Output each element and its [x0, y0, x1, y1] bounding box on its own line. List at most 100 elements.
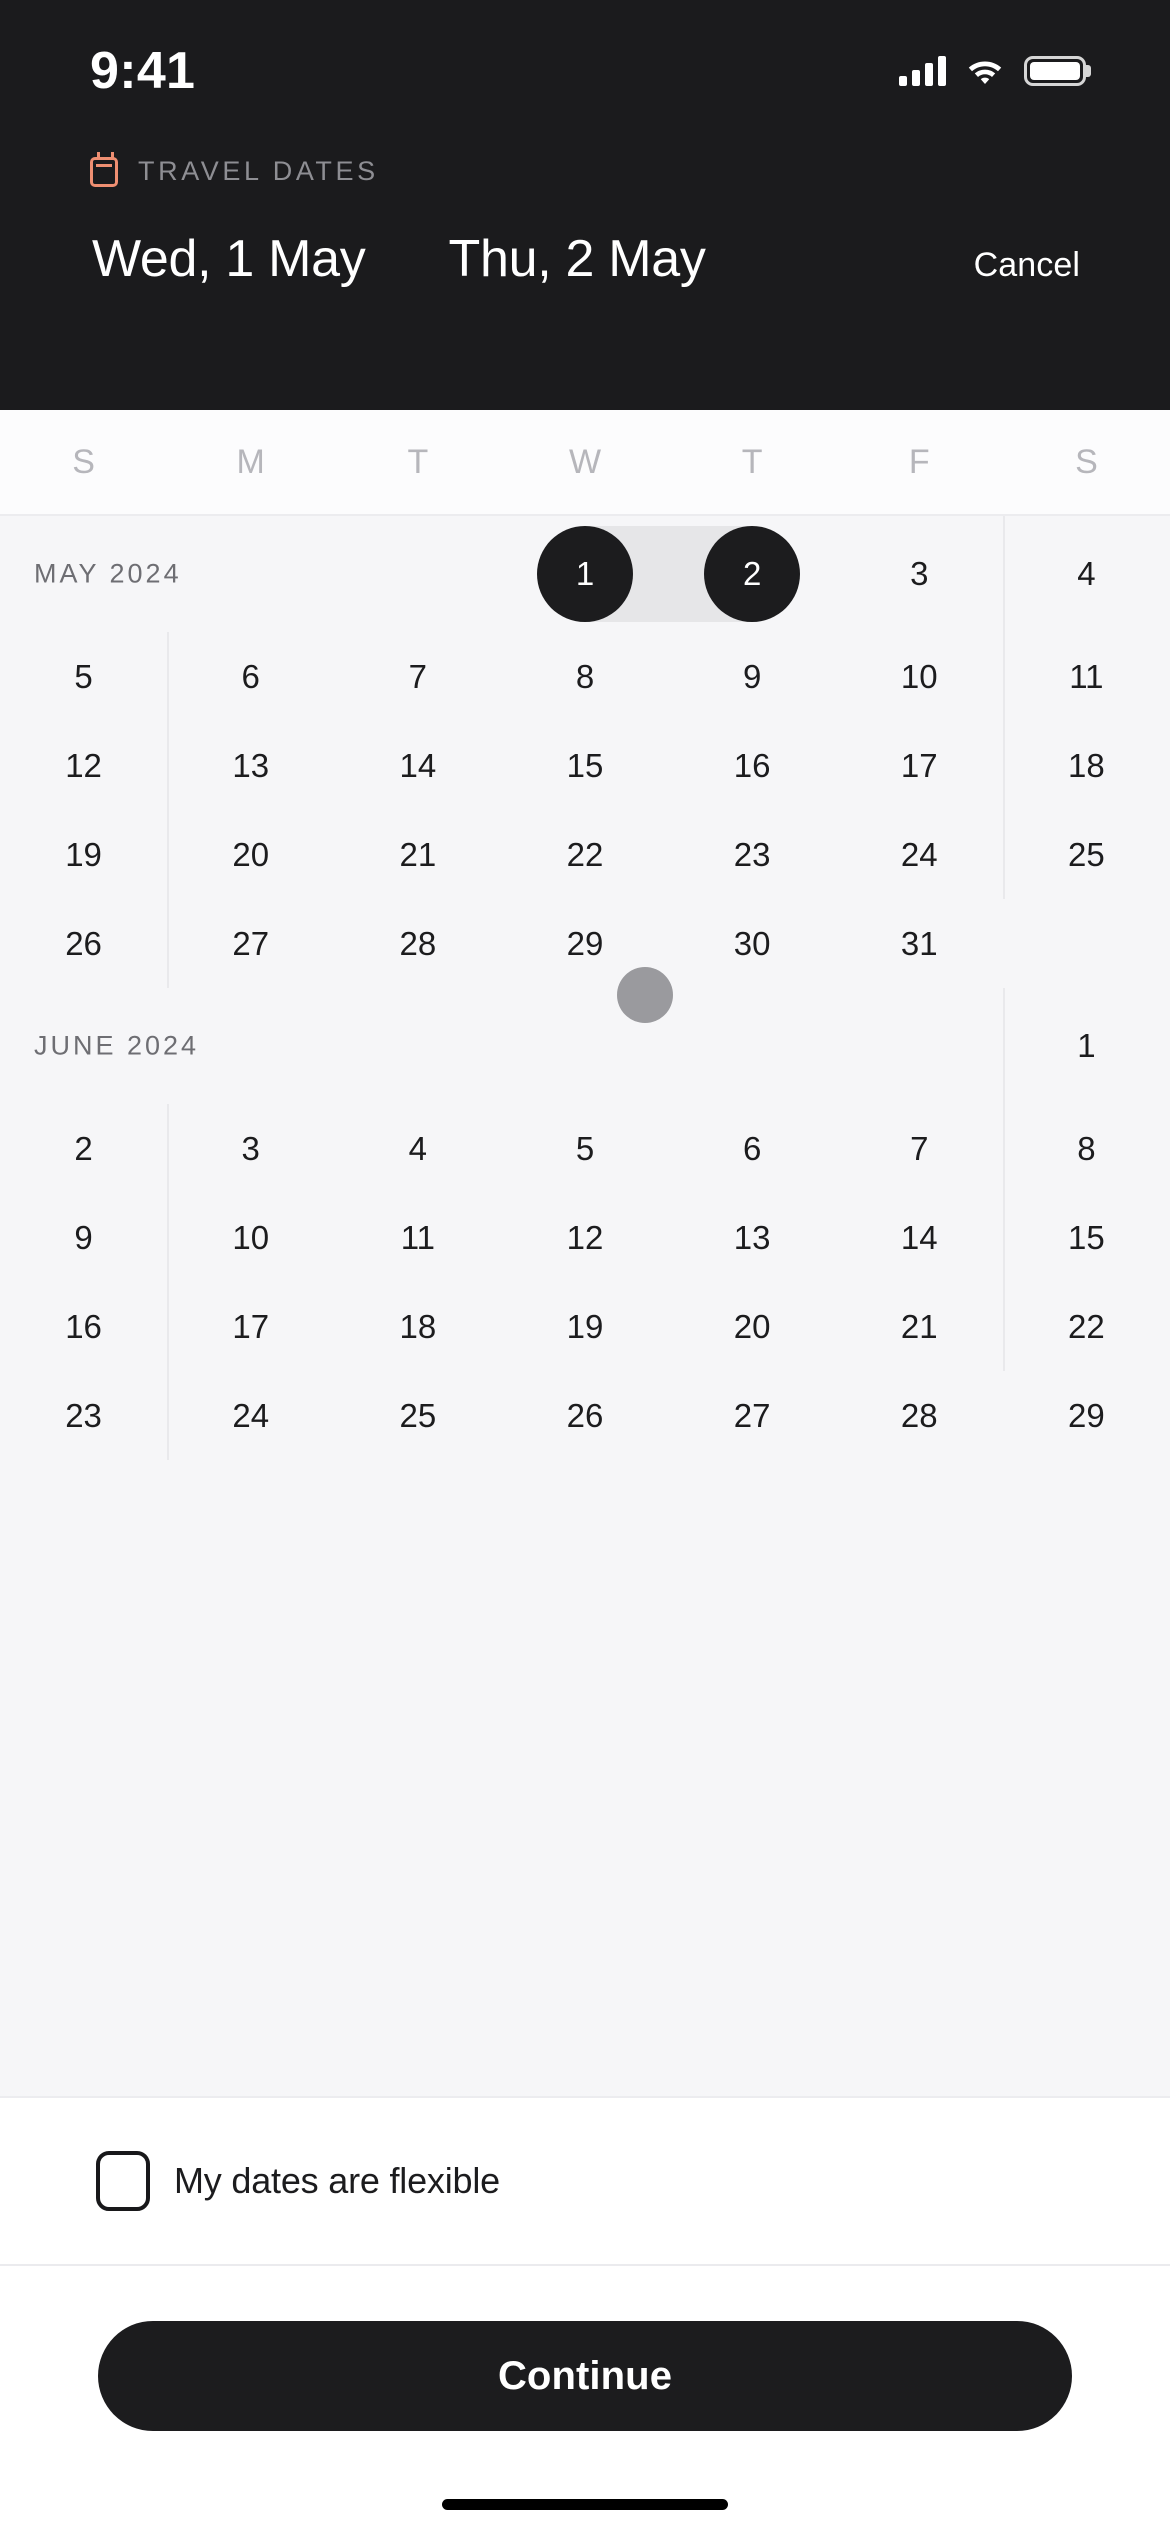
calendar-day-cell[interactable]: 27 — [669, 1371, 836, 1460]
day-number: 11 — [400, 1218, 435, 1256]
continue-button[interactable]: Continue — [98, 2321, 1072, 2431]
end-date-field[interactable]: Thu, 2 May — [448, 229, 705, 289]
calendar-day-cell[interactable]: 20 — [167, 810, 334, 899]
status-bar-icons — [899, 56, 1086, 86]
calendar-day-cell[interactable]: 19 — [501, 1282, 668, 1371]
calendar-day-cell[interactable]: 25 — [334, 1371, 501, 1460]
week-separator-line-right — [1002, 988, 1005, 1371]
day-number: 24 — [900, 835, 938, 873]
calendar-week-row: 9 10 11 12 13 14 15 — [0, 1193, 1170, 1282]
start-date-field[interactable]: Wed, 1 May — [92, 229, 366, 289]
cancel-button[interactable]: Cancel — [974, 246, 1080, 285]
calendar-day-cell[interactable]: 9 — [0, 1193, 167, 1282]
day-number: 15 — [566, 746, 604, 784]
day-number: 9 — [742, 657, 762, 695]
day-number: 1 — [1077, 1027, 1096, 1064]
calendar-day-cell[interactable]: 1 — [1003, 988, 1170, 1104]
flexible-dates-checkbox[interactable] — [96, 2151, 150, 2211]
calendar-day-cell[interactable]: 15 — [1003, 1193, 1170, 1282]
calendar-day-cell[interactable]: 11 — [1003, 632, 1170, 721]
calendar-week-row: 19 20 21 22 23 24 25 — [0, 810, 1170, 899]
calendar-day-cell[interactable]: 5 — [501, 1104, 668, 1193]
calendar-day-cell[interactable]: 13 — [669, 1193, 836, 1282]
status-bar-clock: 9:41 — [90, 42, 196, 100]
touch-indicator-dot — [617, 967, 673, 1023]
calendar-cell-empty — [1003, 899, 1170, 988]
day-number: 12 — [566, 1218, 604, 1256]
day-number: 28 — [900, 1396, 938, 1434]
calendar-day-cell[interactable]: 24 — [836, 810, 1003, 899]
day-number: 14 — [399, 746, 437, 784]
day-number: 25 — [399, 1396, 437, 1434]
calendar-day-cell[interactable]: 9 — [669, 632, 836, 721]
calendar-day-cell[interactable]: 14 — [836, 1193, 1003, 1282]
calendar-day-cell[interactable]: 3 — [836, 516, 1003, 632]
calendar-day-cell[interactable]: 28 — [334, 899, 501, 988]
calendar-week-row: 12 13 14 15 16 17 18 — [0, 721, 1170, 810]
calendar-day-cell[interactable]: 11 — [334, 1193, 501, 1282]
calendar-day-cell[interactable]: 30 — [669, 899, 836, 988]
calendar-day-cell[interactable]: 4 — [1003, 516, 1170, 632]
weekday-label-4: T — [741, 442, 763, 481]
calendar-day-cell[interactable]: 10 — [167, 1193, 334, 1282]
calendar-day-cell[interactable]: 7 — [334, 632, 501, 721]
calendar-day-cell[interactable]: 4 — [334, 1104, 501, 1193]
day-number: 29 — [566, 924, 604, 962]
calendar-cell-empty — [334, 516, 501, 632]
calendar-day-cell[interactable]: 10 — [836, 632, 1003, 721]
calendar-cell-empty — [334, 988, 501, 1104]
day-number: 15 — [1068, 1218, 1105, 1256]
calendar-day-cell[interactable]: 19 — [0, 810, 167, 899]
calendar-day-cell[interactable]: 5 — [0, 632, 167, 721]
weekday-label-0: S — [72, 442, 95, 481]
day-number: 3 — [910, 555, 929, 592]
calendar-day-cell[interactable]: 21 — [836, 1282, 1003, 1371]
calendar-day-cell[interactable]: 3 — [167, 1104, 334, 1193]
calendar-day-cell[interactable]: 29 — [1003, 1371, 1170, 1460]
calendar-day-cell[interactable]: 26 — [501, 1371, 668, 1460]
calendar-day-cell[interactable]: 23 — [0, 1371, 167, 1460]
eyebrow-label: TRAVEL DATES — [138, 156, 379, 186]
day-number: 22 — [1068, 1307, 1105, 1345]
calendar-day-cell[interactable]: 26 — [0, 899, 167, 988]
calendar-day-cell[interactable]: 12 — [0, 721, 167, 810]
calendar-day-cell[interactable]: 24 — [167, 1371, 334, 1460]
calendar-scroll-area[interactable]: 1 2 3 4 MAY 2024 5 6 7 8 9 10 11 12 13 14 15 16 17 18 19 20 2… — [0, 516, 1170, 2096]
calendar-day-cell[interactable]: 15 — [501, 721, 668, 810]
calendar-day-cell[interactable]: 22 — [1003, 1282, 1170, 1371]
month-block: 1 2 3 4 MAY 2024 5 6 7 8 9 10 11 12 13 14 15 16 17 18 19 20 2… — [0, 516, 1170, 988]
calendar-day-cell[interactable]: 20 — [669, 1282, 836, 1371]
calendar-day-cell[interactable]: 7 — [836, 1104, 1003, 1193]
calendar-day-cell[interactable]: 31 — [836, 899, 1003, 988]
month-block: 1 JUNE 2024 2 3 4 5 6 7 8 9 10 11 12 13 14 15 16 17 18 19 20… — [0, 988, 1170, 1460]
calendar-day-cell[interactable]: 18 — [1003, 721, 1170, 810]
day-number: 4 — [408, 1129, 428, 1167]
calendar-day-cell-selected-end[interactable]: 2 — [585, 516, 836, 632]
calendar-day-cell[interactable]: 8 — [1003, 1104, 1170, 1193]
calendar-day-cell[interactable]: 21 — [334, 810, 501, 899]
day-number: 23 — [733, 835, 771, 873]
calendar-day-cell[interactable]: 13 — [167, 721, 334, 810]
calendar-icon — [90, 151, 118, 187]
calendar-day-cell[interactable]: 12 — [501, 1193, 668, 1282]
calendar-day-cell[interactable]: 16 — [669, 721, 836, 810]
calendar-day-cell[interactable]: 17 — [836, 721, 1003, 810]
day-number: 2 — [742, 555, 762, 592]
calendar-day-cell[interactable]: 25 — [1003, 810, 1170, 899]
calendar-day-cell[interactable]: 17 — [167, 1282, 334, 1371]
calendar-day-cell[interactable]: 28 — [836, 1371, 1003, 1460]
day-number: 19 — [65, 835, 102, 873]
calendar-day-cell[interactable]: 14 — [334, 721, 501, 810]
calendar-day-cell[interactable]: 6 — [669, 1104, 836, 1193]
calendar-day-cell[interactable]: 27 — [167, 899, 334, 988]
calendar-day-cell[interactable]: 6 — [167, 632, 334, 721]
calendar-day-cell[interactable]: 18 — [334, 1282, 501, 1371]
calendar-day-cell[interactable]: 8 — [501, 632, 668, 721]
calendar-day-cell[interactable]: 2 — [0, 1104, 167, 1193]
day-number: 20 — [733, 1307, 771, 1345]
calendar-day-cell[interactable]: 22 — [501, 810, 668, 899]
calendar-day-cell[interactable]: 16 — [0, 1282, 167, 1371]
flexible-dates-row[interactable]: My dates are flexible — [0, 2096, 1170, 2264]
calendar-day-cell[interactable]: 23 — [669, 810, 836, 899]
day-number: 13 — [733, 1218, 771, 1256]
